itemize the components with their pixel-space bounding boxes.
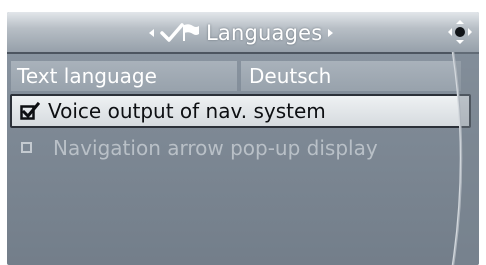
text-language-label: Text language [11,61,237,91]
screen-edge-curve [451,52,479,265]
page-title: Languages [206,21,323,45]
voice-output-option[interactable]: Voice output of nav. system [10,94,471,128]
checkmark-flag-icon [160,23,199,42]
title-group[interactable]: Languages [149,19,334,47]
checked-checkbox-icon[interactable] [20,101,40,121]
previous-menu-arrow-icon[interactable] [149,29,154,37]
text-language-value[interactable]: Deutsch [241,61,461,91]
text-language-row[interactable]: Text language Deutsch [7,61,479,91]
unchecked-checkbox-icon[interactable] [21,142,32,153]
controller-dot-icon [448,20,472,44]
navigation-arrow-popup-label: Navigation arrow pop-up display [53,136,378,160]
next-menu-arrow-icon[interactable] [328,29,334,37]
idrive-screen: Languages Text language Deutsch Voice ou… [7,12,479,265]
navigation-arrow-popup-option[interactable]: Navigation arrow pop-up display [7,133,479,163]
title-bar: Languages [7,12,479,54]
voice-output-label: Voice output of nav. system [48,99,326,123]
